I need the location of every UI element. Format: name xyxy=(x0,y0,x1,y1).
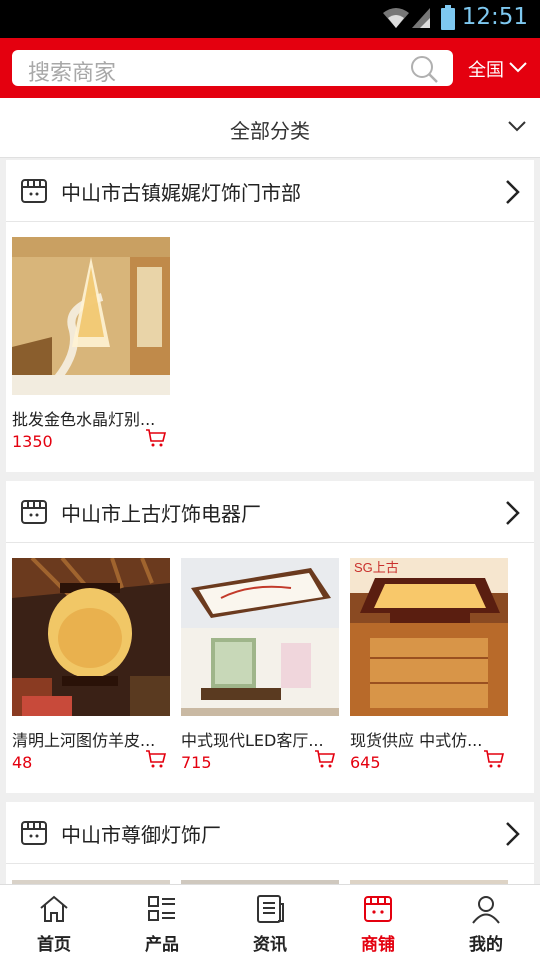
home-icon xyxy=(40,895,68,922)
region-label: 全国 xyxy=(468,60,504,81)
chevron-down-icon xyxy=(509,62,527,73)
clock: 12:51 xyxy=(461,4,528,30)
user-icon xyxy=(472,896,500,924)
header: 搜索商家 全国 xyxy=(0,38,540,98)
grid-list-icon xyxy=(148,896,175,921)
product-title: 批发金色水晶灯别... xyxy=(12,410,156,429)
shop-card: 中山市古镇娓娓灯饰门市部 批发金色水晶灯别... 1350 xyxy=(6,160,534,472)
battery-icon xyxy=(441,5,455,30)
tab-label: 我的 xyxy=(469,935,503,955)
product-image-lantern xyxy=(12,556,170,716)
search-placeholder: 搜索商家 xyxy=(28,61,117,86)
cart-icon[interactable] xyxy=(145,428,167,448)
chevron-down-icon xyxy=(508,121,526,132)
store-icon xyxy=(364,896,392,922)
wifi-icon xyxy=(383,8,409,28)
chevron-right-icon xyxy=(506,822,520,846)
category-label: 全部分类 xyxy=(230,119,310,143)
shop-card: 中山市尊御灯饰厂 xyxy=(6,802,534,892)
tab-products[interactable]: 产品 xyxy=(108,885,216,960)
product-title: 中式现代LED客厅... xyxy=(181,731,324,750)
search-icon[interactable] xyxy=(409,54,439,84)
status-bar: 12:51 xyxy=(0,0,540,38)
bottom-tab-bar: 首页 产品 资讯 商铺 我的 xyxy=(0,884,540,960)
chevron-right-icon xyxy=(506,180,520,204)
shop-card: 中山市上古灯饰电器厂 清明上河图仿羊皮... 48 中式现代LED客厅... 7… xyxy=(6,481,534,793)
product-item[interactable]: 清明上河图仿羊皮... 48 xyxy=(12,556,170,772)
tab-mine[interactable]: 我的 xyxy=(432,885,540,960)
signal-icon xyxy=(412,8,430,28)
product-item[interactable]: 中式现代LED客厅... 715 xyxy=(181,558,339,772)
search-input[interactable]: 搜索商家 xyxy=(12,50,453,86)
tab-label: 首页 xyxy=(37,935,71,955)
product-item[interactable]: 批发金色水晶灯别... 1350 xyxy=(12,237,170,451)
product-title: 现货供应 中式仿... xyxy=(350,731,483,750)
product-title: 清明上河图仿羊皮... xyxy=(12,731,156,750)
store-icon xyxy=(21,821,47,845)
cart-icon[interactable] xyxy=(314,749,336,769)
tab-news[interactable]: 资讯 xyxy=(216,885,324,960)
shop-header[interactable]: 中山市古镇娓娓灯饰门市部 xyxy=(6,160,534,222)
store-icon xyxy=(21,179,47,203)
store-icon xyxy=(21,500,47,524)
tab-shops[interactable]: 商铺 xyxy=(324,885,432,960)
news-icon xyxy=(257,895,284,923)
shop-header[interactable]: 中山市上古灯饰电器厂 xyxy=(6,481,534,543)
shop-name: 中山市古镇娓娓灯饰门市部 xyxy=(61,181,301,205)
tab-home[interactable]: 首页 xyxy=(0,885,108,960)
cart-icon[interactable] xyxy=(483,749,505,769)
product-image-ceiling-light xyxy=(181,558,339,716)
product-image-wood-ceiling-lamp: SG上古 xyxy=(350,558,508,716)
product-list: 清明上河图仿羊皮... 48 中式现代LED客厅... 715 SG上古 现货供… xyxy=(6,543,534,793)
brand-mark: SG上古 xyxy=(354,560,399,575)
tab-label: 产品 xyxy=(145,935,179,955)
chevron-right-icon xyxy=(506,501,520,525)
product-image-crystal-chandelier xyxy=(12,237,170,398)
tab-label: 资讯 xyxy=(253,935,287,955)
product-item[interactable]: SG上古 现货供应 中式仿... 645 xyxy=(350,558,508,772)
category-filter[interactable]: 全部分类 xyxy=(0,98,540,158)
cart-icon[interactable] xyxy=(145,749,167,769)
region-selector[interactable]: 全国 xyxy=(468,56,527,82)
product-list: 批发金色水晶灯别... 1350 xyxy=(6,222,534,472)
shop-name: 中山市上古灯饰电器厂 xyxy=(61,502,261,526)
shop-name: 中山市尊御灯饰厂 xyxy=(61,823,221,847)
tab-label: 商铺 xyxy=(361,935,395,955)
shop-header[interactable]: 中山市尊御灯饰厂 xyxy=(6,802,534,864)
